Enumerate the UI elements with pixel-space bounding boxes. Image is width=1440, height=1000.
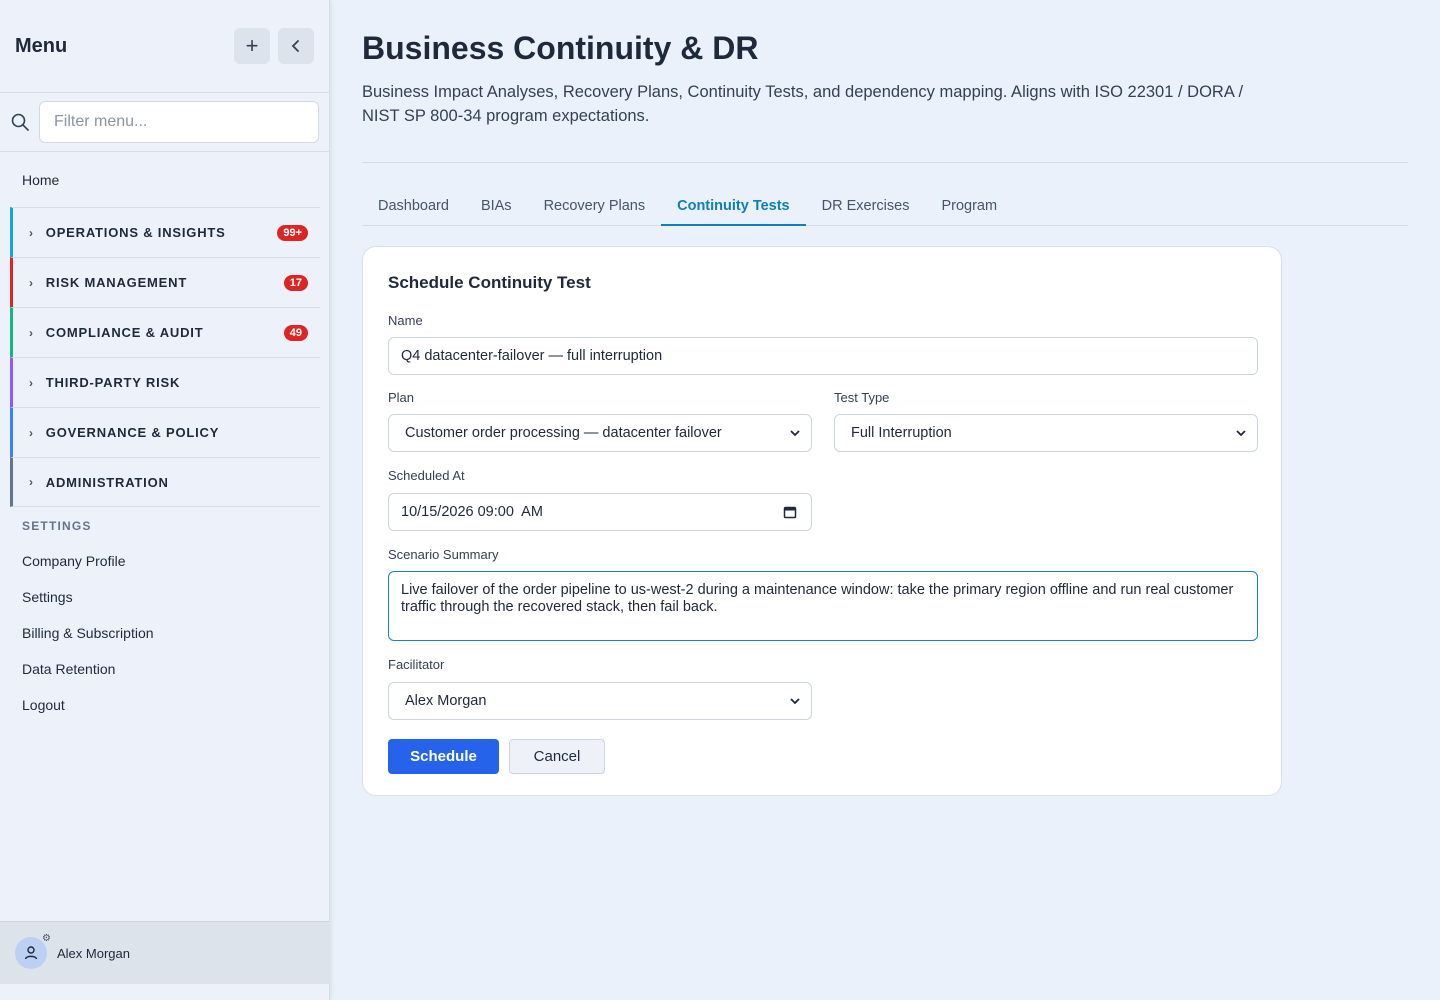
sidebar-section-label: OPERATIONS & INSIGHTS bbox=[45, 225, 226, 240]
name-input[interactable]: Q4 datacenter-failover — full interrupti… bbox=[388, 337, 1258, 375]
sidebar-title: Menu bbox=[15, 34, 68, 57]
chevron-right-icon: › bbox=[29, 475, 34, 489]
tab-recovery-plans[interactable]: Recovery Plans bbox=[528, 186, 662, 226]
sidebar-item-home[interactable]: Home bbox=[0, 152, 329, 207]
sidebar-section-label: GOVERNANCE & POLICY bbox=[45, 425, 220, 440]
tab-dashboard[interactable]: Dashboard bbox=[362, 186, 465, 226]
chevron-right-icon: › bbox=[29, 375, 34, 390]
plan-select[interactable]: Customer order processing — datacenter f… bbox=[388, 414, 812, 452]
chevron-right-icon: › bbox=[29, 325, 34, 340]
facilitator-label: Facilitator bbox=[388, 657, 445, 672]
scheduled-at-value: 10/15/2026 09:00 AM bbox=[401, 504, 543, 520]
sidebar-section-label: ADMINISTRATION bbox=[45, 474, 169, 490]
chevron-down-icon bbox=[790, 430, 800, 437]
scenario-summary-label: Scenario Summary bbox=[388, 547, 499, 562]
schedule-test-form: Schedule Continuity Test Name Q4 datacen… bbox=[362, 246, 1282, 796]
user-icon bbox=[24, 946, 38, 960]
chevron-left-icon bbox=[291, 40, 299, 52]
test-type-label: Test Type bbox=[834, 390, 890, 405]
scheduled-at-label: Scheduled At bbox=[388, 468, 465, 483]
avatar[interactable]: ⚙ bbox=[15, 934, 51, 969]
sidebar: Menu + Home › OPERATIONS & INSIGHTS 99+ › RI… bbox=[0, 0, 330, 1000]
tab-continuity-tests[interactable]: Continuity Tests bbox=[661, 186, 806, 226]
sidebar-section-label: THIRD-PARTY RISK bbox=[45, 375, 181, 390]
gear-icon: ⚙ bbox=[42, 933, 51, 944]
page-description: Business Impact Analyses, Recovery Plans… bbox=[362, 83, 1244, 125]
settings-heading: SETTINGS bbox=[22, 519, 92, 533]
plan-label: Plan bbox=[388, 390, 415, 405]
sidebar-item-company-profile[interactable]: Company Profile bbox=[0, 543, 329, 579]
tab-program[interactable]: Program bbox=[925, 186, 1013, 226]
count-badge: 17 bbox=[283, 274, 308, 291]
sidebar-section-risk-management[interactable]: › RISK MANAGEMENT 17 bbox=[10, 257, 320, 307]
plan-select-value: Customer order processing — datacenter f… bbox=[405, 425, 722, 441]
sidebar-item-settings[interactable]: Settings bbox=[0, 579, 329, 615]
divider bbox=[362, 162, 1408, 163]
sidebar-item-data-retention[interactable]: Data Retention bbox=[0, 651, 329, 687]
plus-icon: + bbox=[245, 33, 259, 58]
sidebar-section-operations-insights[interactable]: › OPERATIONS & INSIGHTS 99+ bbox=[10, 207, 320, 257]
name-label: Name bbox=[388, 313, 423, 328]
search-icon bbox=[11, 113, 29, 131]
tab-bar: Dashboard BIAs Recovery Plans Continuity Te… bbox=[362, 186, 1408, 226]
sidebar-section-label: RISK MANAGEMENT bbox=[45, 275, 188, 290]
tab-bias[interactable]: BIAs bbox=[465, 186, 528, 226]
facilitator-select[interactable]: Alex Morgan bbox=[388, 682, 812, 720]
facilitator-select-value: Alex Morgan bbox=[405, 693, 487, 709]
page-title: Business Continuity & DR bbox=[362, 30, 759, 66]
sidebar-section-governance-policy[interactable]: › GOVERNANCE & POLICY bbox=[10, 407, 320, 457]
user-footer[interactable]: ⚙ Alex Morgan bbox=[0, 921, 330, 984]
sidebar-section-compliance-audit[interactable]: › COMPLIANCE & AUDIT 49 bbox=[10, 307, 320, 357]
sidebar-section-third-party-risk[interactable]: › THIRD-PARTY RISK bbox=[10, 357, 320, 407]
scheduled-at-input[interactable]: 10/15/2026 09:00 AM bbox=[388, 493, 812, 531]
sidebar-section-administration[interactable]: › ADMINISTRATION bbox=[10, 457, 320, 507]
chevron-right-icon: › bbox=[29, 425, 34, 440]
chevron-right-icon: › bbox=[29, 225, 34, 240]
user-name: Alex Morgan bbox=[57, 945, 130, 961]
test-type-select[interactable]: Full Interruption bbox=[834, 414, 1258, 452]
schedule-button[interactable]: Schedule bbox=[388, 739, 499, 774]
test-type-select-value: Full Interruption bbox=[851, 425, 952, 441]
chevron-down-icon bbox=[790, 698, 800, 705]
cancel-button[interactable]: Cancel bbox=[509, 739, 605, 774]
sidebar-item-billing-subscription[interactable]: Billing & Subscription bbox=[0, 615, 329, 651]
scenario-summary-textarea[interactable]: Live failover of the order pipeline to u… bbox=[388, 571, 1258, 641]
form-title: Schedule Continuity Test bbox=[388, 273, 591, 292]
filter-menu-input[interactable] bbox=[39, 101, 319, 143]
sidebar-item-logout[interactable]: Logout bbox=[0, 687, 329, 723]
chevron-down-icon bbox=[1236, 430, 1246, 437]
calendar-icon[interactable] bbox=[783, 505, 797, 519]
count-badge: 99+ bbox=[277, 224, 308, 241]
sidebar-header: Menu + bbox=[0, 0, 329, 93]
chevron-right-icon: › bbox=[29, 275, 34, 290]
collapse-sidebar-button[interactable] bbox=[278, 28, 314, 64]
sidebar-section-label: COMPLIANCE & AUDIT bbox=[45, 325, 204, 340]
tab-dr-exercises[interactable]: DR Exercises bbox=[806, 186, 926, 226]
count-badge: 49 bbox=[283, 324, 308, 341]
sidebar-filter bbox=[0, 93, 329, 152]
add-button[interactable]: + bbox=[234, 28, 270, 64]
